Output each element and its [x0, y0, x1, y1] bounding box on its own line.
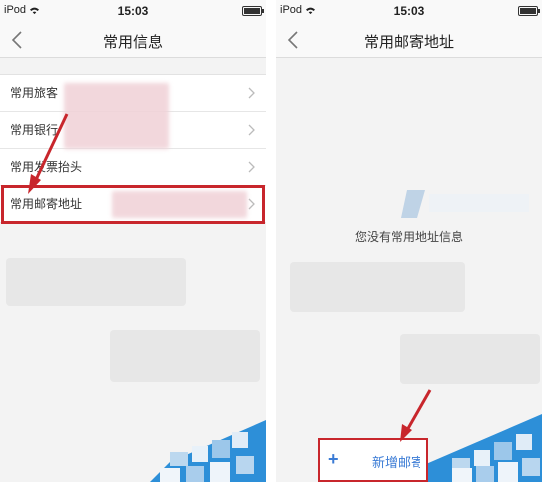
watermark-corner — [150, 420, 266, 482]
empty-state-message: 您没有常用地址信息 — [354, 230, 463, 244]
status-bar: iPod 15:03 — [0, 0, 266, 22]
watermark-block — [110, 330, 260, 382]
common-info-screen: iPod 15:03 常用信息 常用旅客 常用银行 常用发票抬头 常用邮寄地址 — [0, 0, 266, 482]
watermark-block — [290, 262, 465, 312]
pointer-arrow-icon — [400, 389, 432, 442]
chevron-right-icon — [248, 87, 255, 99]
chevron-right-icon — [248, 161, 255, 173]
list-item-label: 常用旅客 — [10, 86, 59, 100]
status-time: 15:03 — [393, 4, 425, 18]
battery-icon — [242, 6, 264, 16]
page-title: 常用邮寄地址 — [363, 34, 454, 51]
status-bar: iPod 15:03 — [276, 0, 542, 22]
blur-overlay — [64, 83, 169, 149]
page-title: 常用信息 — [102, 34, 163, 51]
status-time: 15:03 — [117, 4, 149, 18]
watermark-logo — [401, 190, 529, 218]
chevron-right-icon — [248, 124, 255, 136]
watermark-block — [400, 334, 540, 384]
nav-bar: 常用邮寄地址 — [276, 22, 542, 58]
nav-bar: 常用信息 — [0, 22, 266, 58]
watermark-block — [6, 258, 186, 306]
add-address-label: 新增邮寄地址 — [372, 455, 420, 470]
plus-icon: + — [328, 449, 339, 469]
battery-icon — [518, 6, 540, 16]
pointer-arrow-icon — [28, 113, 69, 194]
mailing-address-screen: iPod 15:03 常用邮寄地址 您没有常用地址信息 + 新增邮寄地址 — [276, 0, 542, 482]
